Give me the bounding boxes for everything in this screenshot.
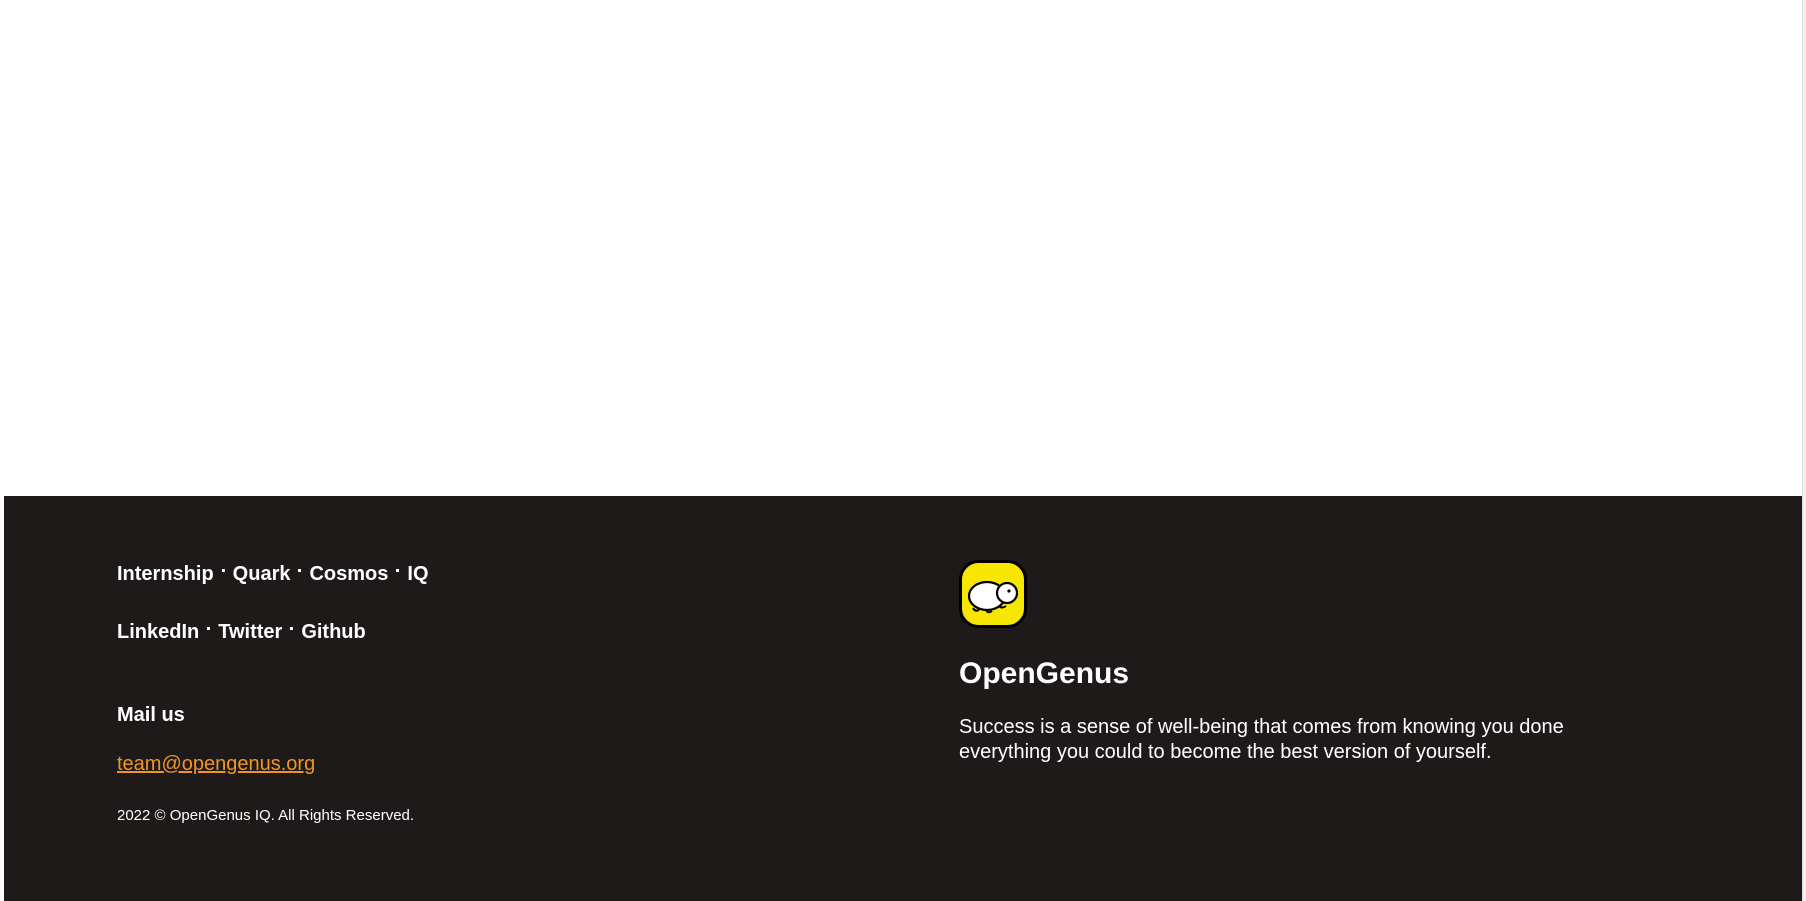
footer-link-iq[interactable]: IQ xyxy=(407,562,428,586)
scrollbar[interactable] xyxy=(1802,0,1806,901)
mail-link[interactable]: team@opengenus.org xyxy=(117,752,315,776)
separator-dot xyxy=(207,626,211,630)
footer-brand-column: OpenGenus Success is a sense of well-bei… xyxy=(959,560,1679,765)
site-footer: Internship Quark Cosmos IQ LinkedIn Twit… xyxy=(4,496,1802,901)
copyright-text: 2022 © OpenGenus IQ. All Rights Reserved… xyxy=(117,807,415,824)
separator-dot xyxy=(396,568,400,572)
footer-link-internship[interactable]: Internship xyxy=(117,562,214,586)
footer-link-twitter[interactable]: Twitter xyxy=(218,620,282,644)
separator-dot xyxy=(290,626,294,630)
footer-links-column: Internship Quark Cosmos IQ LinkedIn Twit… xyxy=(117,562,817,825)
page: Internship Quark Cosmos IQ LinkedIn Twit… xyxy=(0,0,1806,901)
separator-dot xyxy=(298,568,302,572)
footer-link-cosmos[interactable]: Cosmos xyxy=(309,562,388,586)
social-links-row: LinkedIn Twitter Github xyxy=(117,620,817,644)
content-area-blank xyxy=(0,0,1802,496)
brand-tagline: Success is a sense of well-being that co… xyxy=(959,716,1564,763)
footer-link-linkedin[interactable]: LinkedIn xyxy=(117,620,199,644)
brand-name: OpenGenus xyxy=(959,657,1130,690)
mail-us-heading: Mail us xyxy=(117,704,185,726)
opengenus-logo-icon[interactable] xyxy=(959,560,1027,628)
separator-dot xyxy=(221,568,225,572)
footer-link-quark[interactable]: Quark xyxy=(233,562,291,586)
product-links-row: Internship Quark Cosmos IQ xyxy=(117,562,817,586)
footer-link-github[interactable]: Github xyxy=(301,620,365,644)
